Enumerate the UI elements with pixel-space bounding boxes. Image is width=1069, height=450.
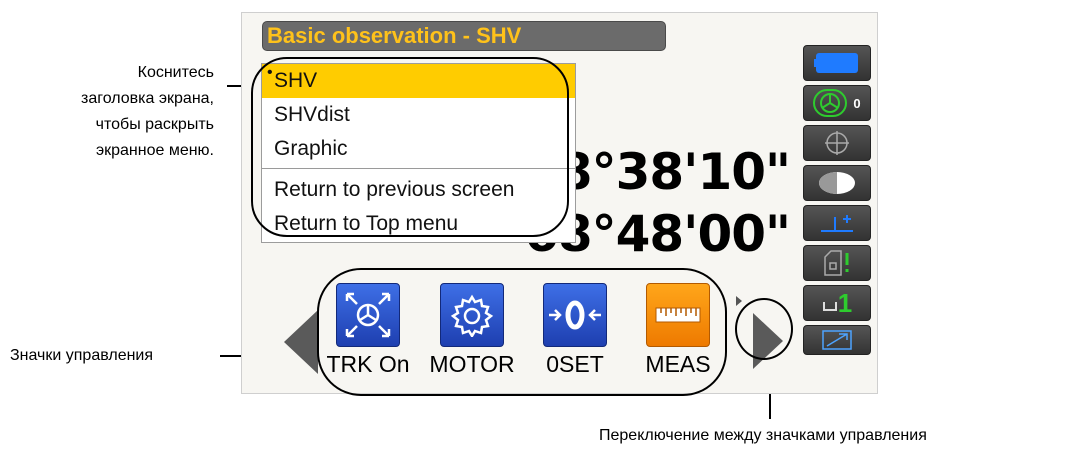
menu-hint-line-4: экранное меню. <box>95 142 214 159</box>
switch-hint-callout: Переключение между значками управления <box>599 427 927 444</box>
keyboard-button[interactable] <box>803 325 871 355</box>
tilt-sensor-icon <box>824 250 849 276</box>
page-number-button[interactable]: 1 <box>803 285 871 321</box>
battery-button[interactable] <box>803 45 871 81</box>
tilt-correction-icon <box>821 215 853 232</box>
controls-highlight-outline <box>317 268 727 396</box>
menu-hint-callout: Коснитесь заголовка экрана, чтобы раскры… <box>60 60 214 164</box>
half-circle-icon <box>819 172 855 194</box>
battery-icon <box>814 53 858 73</box>
menu-highlight-outline <box>251 57 569 237</box>
half-circle-button[interactable] <box>803 165 871 201</box>
crosshair-button[interactable] <box>803 125 871 161</box>
screen-title[interactable]: Basic observation - SHV <box>262 21 666 51</box>
tilt-sensor-button[interactable] <box>803 245 871 281</box>
menu-hint-line-3: чтобы раскрыть <box>95 116 214 133</box>
menu-hint-line-2: заголовка экрана, <box>80 90 214 107</box>
menu-hint-line-1: Коснитесь <box>137 64 214 81</box>
page-indicator-icon <box>736 296 742 306</box>
tilt-correction-button[interactable] <box>803 205 871 241</box>
prism-constant-value: 0 <box>853 95 861 111</box>
page-number-value: 1 <box>837 288 853 318</box>
switch-highlight-outline <box>735 298 793 360</box>
keyboard-icon <box>822 330 852 350</box>
crosshair-icon <box>825 131 849 155</box>
controls-hint-callout: Значки управления <box>10 347 154 364</box>
prism-target-button[interactable]: 0 <box>803 85 871 121</box>
page-number-icon <box>822 302 837 311</box>
prism-target-icon <box>813 89 848 117</box>
